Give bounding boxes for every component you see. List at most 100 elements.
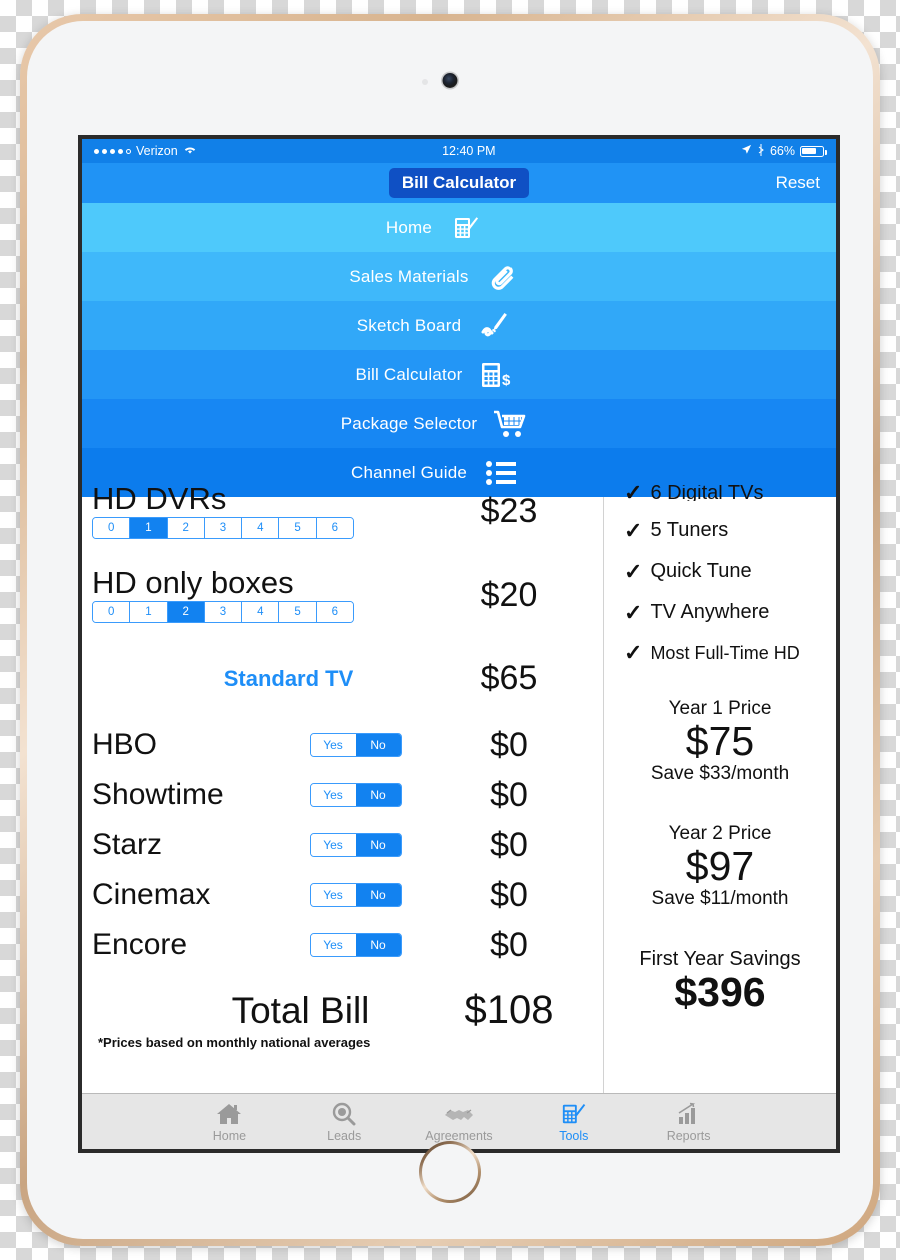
bluetooth-icon xyxy=(757,143,765,159)
premium-price: $0 xyxy=(490,825,528,864)
page-title: Bill Calculator xyxy=(388,168,530,198)
year1-label: Year 1 Price xyxy=(668,698,772,719)
segment-option-selected[interactable]: 2 xyxy=(167,602,205,622)
menu-item-label: Sales Materials xyxy=(349,266,469,286)
menu-item-sketch-board[interactable]: Sketch Board xyxy=(82,301,836,350)
magnifier-icon xyxy=(332,1101,356,1127)
year2-savings: Save $11/month xyxy=(651,888,789,910)
bar-chart-icon xyxy=(677,1101,701,1127)
year2-price-block: Year 2 Price $97 Save $11/month xyxy=(652,823,789,910)
year1-value: $75 xyxy=(685,718,755,764)
tab-label: Reports xyxy=(666,1128,711,1143)
segment-option[interactable]: 0 xyxy=(93,602,131,622)
segment-option[interactable]: 4 xyxy=(242,518,280,538)
segment-option[interactable]: 4 xyxy=(242,602,280,622)
segment-option[interactable]: 1 xyxy=(130,602,168,622)
segment-option[interactable]: 5 xyxy=(279,602,317,622)
tab-label: Agreements xyxy=(425,1128,493,1143)
premium-row-hbo: HBO Yes No $0 xyxy=(92,720,595,770)
house-icon xyxy=(216,1101,242,1127)
pricing-footnote: *Prices based on monthly national averag… xyxy=(98,1035,371,1050)
premium-name: Starz xyxy=(92,828,163,861)
tab-home[interactable]: Home xyxy=(172,1101,287,1143)
menu-item-package-selector[interactable]: Package Selector xyxy=(82,399,836,448)
menu-item-sales-materials[interactable]: Sales Materials xyxy=(82,252,836,301)
premium-name: HBO xyxy=(92,728,158,761)
summary-panel: ✓ 6 Digital TVs ✓ 5 Tuners ✓ Quick Tune … xyxy=(603,485,836,1093)
toggle-no-selected[interactable]: No xyxy=(355,734,401,756)
app-nav-bar: Bill Calculator Reset xyxy=(82,163,836,203)
device-bezel: Verizon 12:40 PM 66% Bill Calculator Res… xyxy=(27,21,873,1239)
total-bill-label: Total Bill xyxy=(231,989,370,1031)
paperclip-icon xyxy=(483,257,523,297)
hd-only-boxes-stepper[interactable]: 0 1 2 3 4 5 6 xyxy=(92,601,354,623)
year2-label: Year 2 Price xyxy=(668,823,772,845)
tab-tools[interactable]: Tools xyxy=(516,1101,631,1143)
segment-option[interactable]: 2 xyxy=(167,518,205,538)
segment-option[interactable]: 0 xyxy=(93,518,131,538)
status-bar-right: 66% xyxy=(741,143,827,159)
tab-label: Tools xyxy=(559,1128,589,1143)
toggle-no-selected[interactable]: No xyxy=(355,834,401,856)
ipad-device-frame: Verizon 12:40 PM 66% Bill Calculator Res… xyxy=(20,14,880,1246)
toggle-yes[interactable]: Yes xyxy=(310,934,356,956)
feature-label: Quick Tune xyxy=(650,560,752,582)
cinemax-toggle[interactable]: Yes No xyxy=(309,883,402,907)
segment-option-selected[interactable]: 1 xyxy=(130,518,168,538)
hbo-toggle[interactable]: Yes No xyxy=(309,733,402,757)
toggle-no-selected[interactable]: No xyxy=(355,934,401,956)
bottom-tab-bar: Home Leads Agreements Tools Reports xyxy=(82,1093,836,1149)
year2-value: $97 xyxy=(685,843,755,890)
tab-agreements[interactable]: Agreements xyxy=(402,1101,517,1143)
signal-strength-icon xyxy=(94,148,131,154)
premium-row-showtime: Showtime Yes No $0 xyxy=(92,770,595,820)
equipment-label: HD only boxes xyxy=(92,565,294,600)
segment-option[interactable]: 3 xyxy=(204,602,243,622)
premium-row-encore: Encore Yes No $0 xyxy=(92,920,595,970)
package-price: $65 xyxy=(480,659,538,697)
segment-option[interactable]: 3 xyxy=(204,518,243,538)
premium-price: $0 xyxy=(490,925,528,964)
toggle-yes[interactable]: Yes xyxy=(310,734,356,756)
toggle-no-selected[interactable]: No xyxy=(355,784,401,806)
app-screen: Verizon 12:40 PM 66% Bill Calculator Res… xyxy=(78,135,840,1153)
hd-dvrs-stepper[interactable]: 0 1 2 3 4 5 6 xyxy=(92,517,354,539)
menu-item-bill-calculator[interactable]: Bill Calculator $ xyxy=(82,350,836,399)
feature-item: ✓ TV Anywhere xyxy=(610,601,769,624)
carrier-label: Verizon xyxy=(136,144,178,158)
total-bill-value: $108 xyxy=(464,988,554,1032)
menu-item-label: Package Selector xyxy=(340,413,478,433)
calculator-dollar-icon: $ xyxy=(476,355,516,395)
wifi-icon xyxy=(183,144,197,158)
showtime-toggle[interactable]: Yes No xyxy=(309,783,402,807)
clock-label: 12:40 PM xyxy=(442,144,496,158)
menu-item-label: Channel Guide xyxy=(350,462,467,482)
menu-item-label: Bill Calculator xyxy=(355,364,463,384)
feature-item: ✓ 5 Tuners xyxy=(610,519,728,542)
tab-label: Home xyxy=(212,1128,247,1143)
feature-item: ✓ Quick Tune xyxy=(610,560,752,583)
tab-leads[interactable]: Leads xyxy=(287,1101,402,1143)
encore-toggle[interactable]: Yes No xyxy=(309,933,402,957)
equipment-price: $20 xyxy=(480,575,538,614)
toggle-yes[interactable]: Yes xyxy=(310,834,356,856)
toggle-yes[interactable]: Yes xyxy=(310,784,356,806)
location-arrow-icon xyxy=(741,144,752,158)
toggle-no-selected[interactable]: No xyxy=(355,884,401,906)
segment-option[interactable]: 6 xyxy=(316,518,353,538)
menu-item-home[interactable]: Home xyxy=(82,203,836,252)
calculator-pencil-icon xyxy=(561,1101,587,1127)
tab-reports[interactable]: Reports xyxy=(631,1101,746,1143)
home-button[interactable] xyxy=(419,1141,481,1203)
slideout-menu: Home Sales Materials Sketch Board Bill C… xyxy=(82,203,836,497)
battery-percent-label: 66% xyxy=(769,144,795,158)
feature-label: TV Anywhere xyxy=(650,601,770,623)
toggle-yes[interactable]: Yes xyxy=(310,884,356,906)
premium-name: Encore xyxy=(92,928,188,961)
starz-toggle[interactable]: Yes No xyxy=(309,833,402,857)
checkmark-icon: ✓ xyxy=(624,599,643,625)
reset-button[interactable]: Reset xyxy=(776,173,820,193)
segment-option[interactable]: 5 xyxy=(279,518,317,538)
segment-option[interactable]: 6 xyxy=(316,602,353,622)
package-name-button[interactable]: Standard TV xyxy=(92,666,449,692)
